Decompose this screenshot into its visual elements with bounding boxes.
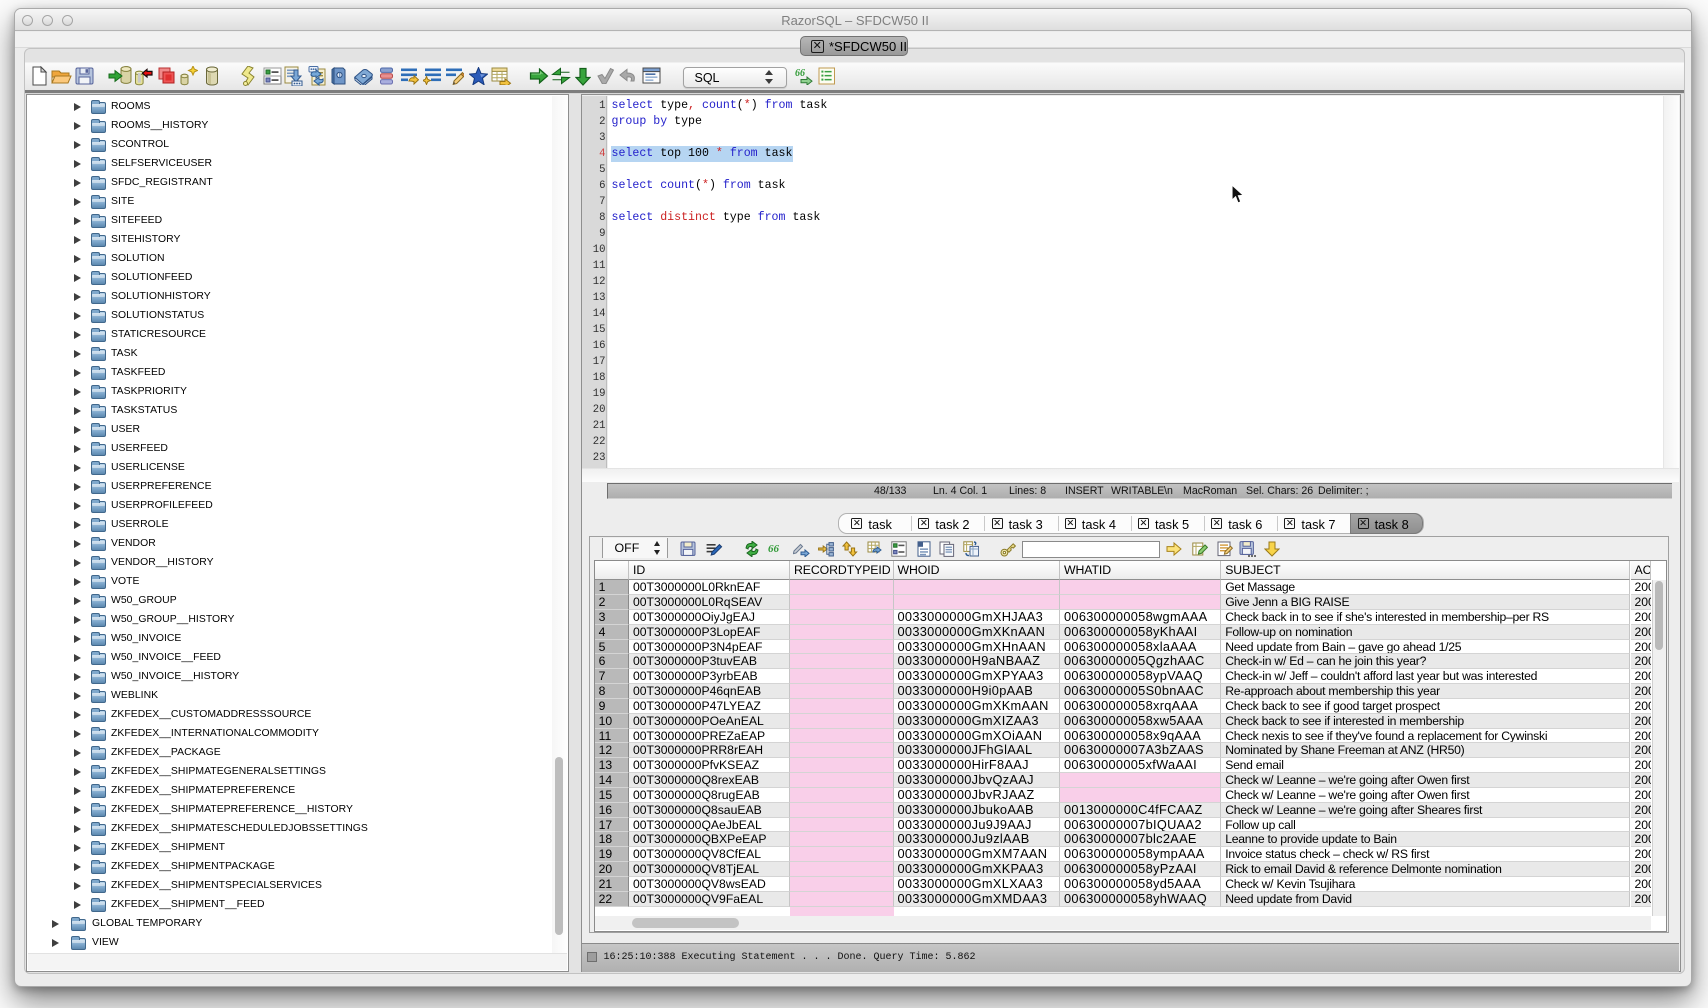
svg-text:66: 66 — [795, 68, 805, 79]
svg-text:66: 66 — [768, 543, 780, 555]
